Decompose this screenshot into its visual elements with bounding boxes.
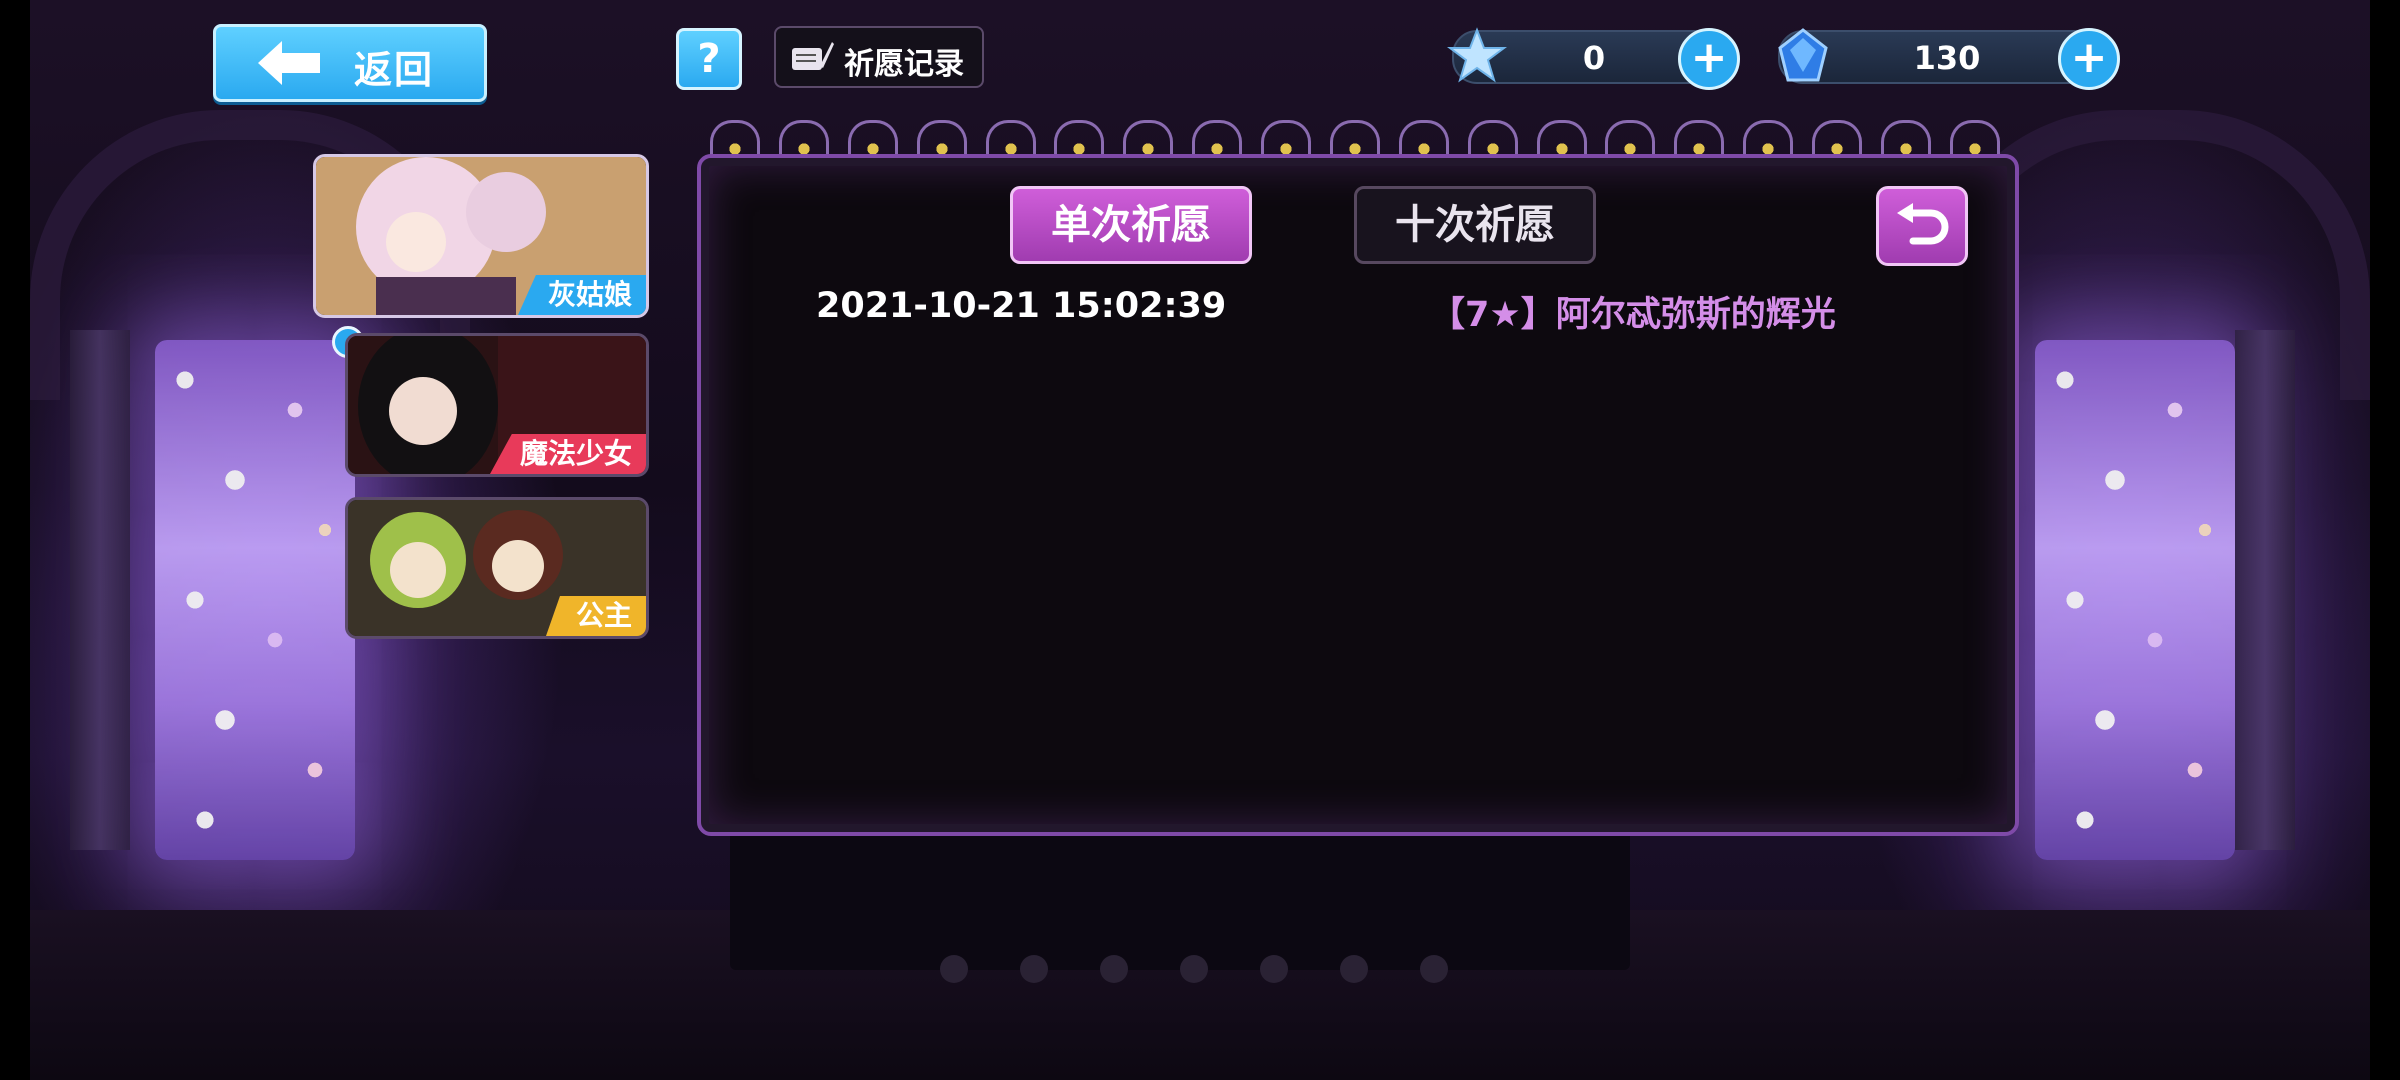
arrow-left-icon (258, 41, 320, 85)
record-time: 2021-10-21 15:02:39 (816, 286, 1227, 326)
stage-knob (1260, 955, 1288, 983)
back-button[interactable]: 返回 (213, 24, 487, 102)
stage-knob (1100, 955, 1128, 983)
right-pillar (2235, 330, 2295, 850)
return-button[interactable] (1876, 186, 1968, 266)
undo-arrow-icon (1897, 203, 1949, 245)
right-stained-glass (2035, 340, 2235, 860)
tab-ten-wish[interactable]: 十次祈愿 (1354, 186, 1596, 264)
add-star-button[interactable]: + (1678, 28, 1740, 90)
stage-knob (1020, 955, 1048, 983)
character-label-princess: 公主 (545, 596, 646, 636)
help-button[interactable]: ? (676, 28, 742, 90)
plus-icon: + (2070, 32, 2108, 83)
tab-single-wish[interactable]: 单次祈愿 (1010, 186, 1252, 264)
stage-knob (940, 955, 968, 983)
character-label-cinderella: 灰姑娘 (517, 275, 646, 315)
scroll-quill-icon (792, 42, 834, 70)
stage-knob (1420, 955, 1448, 983)
question-mark-icon: ? (697, 36, 721, 82)
tab-ten-wish-label: 十次祈愿 (1395, 202, 1555, 248)
stage (730, 830, 1630, 970)
character-label-magical-girl: 魔法少女 (489, 434, 646, 474)
gem-currency-counter: 130 + (1778, 28, 2120, 90)
stage-knob (1180, 955, 1208, 983)
stage-knob (1340, 955, 1368, 983)
wish-record-button[interactable]: 祈愿记录 (774, 26, 984, 88)
record-item: 【7★】阿尔忒弥斯的辉光 (1430, 295, 1836, 335)
character-tab-magical-girl[interactable]: 魔法少女 (345, 333, 649, 477)
plus-icon: + (1690, 32, 1728, 83)
left-stained-glass (155, 340, 355, 860)
panel-ornament-strip (710, 120, 2000, 157)
character-tab-princess[interactable]: 公主 (345, 497, 649, 639)
star-currency-counter: 0 + (1447, 27, 1740, 90)
back-button-label: 返回 (354, 48, 435, 92)
character-tab-cinderella[interactable]: 灰姑娘 (313, 154, 649, 318)
list-item: 2021-10-21 15:02:39 【7★】阿尔忒弥斯的辉光 (816, 286, 1916, 335)
wish-record-label: 祈愿记录 (844, 47, 964, 82)
left-pillar (70, 330, 130, 850)
add-gem-button[interactable]: + (2058, 28, 2120, 90)
tab-single-wish-label: 单次祈愿 (1051, 202, 1211, 248)
